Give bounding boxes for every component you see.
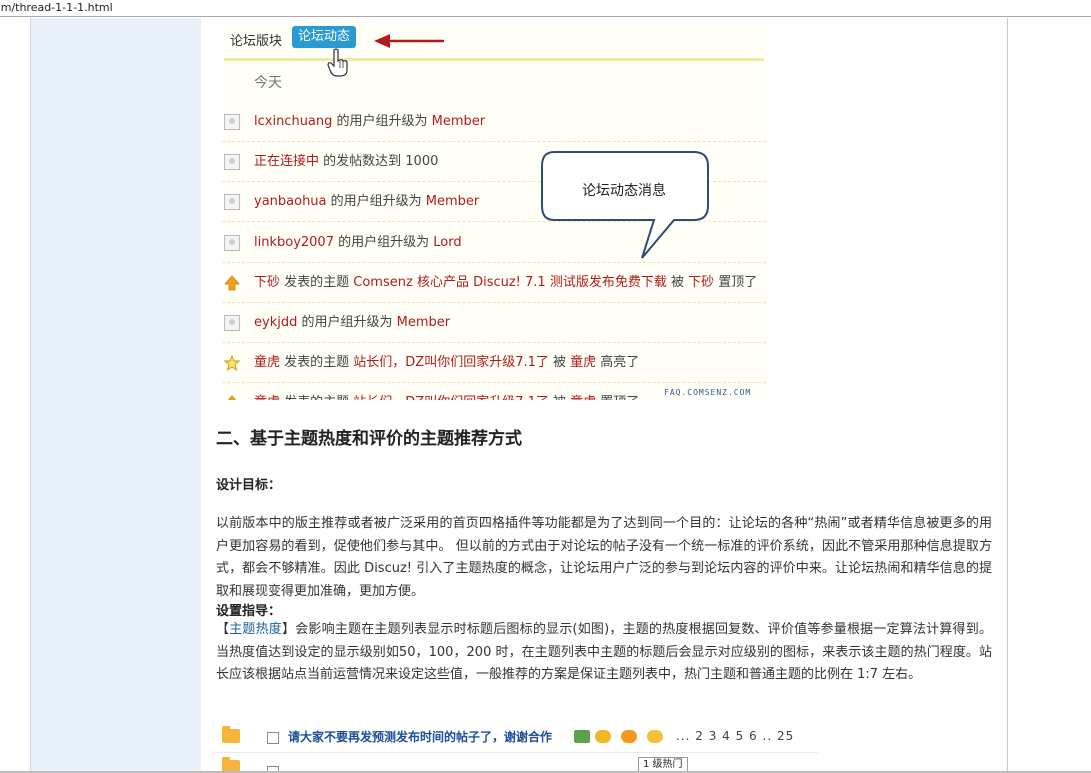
hot-icon [621,730,637,743]
feed-link[interactable]: Member [432,114,485,129]
thread-list-screenshot: 请大家不要再发预测发布时间的帖子了，谢谢合作 ... 2 3 4 5 6 .. … [214,724,818,771]
feed-link[interactable]: 正在连接中 [254,154,319,169]
bracket-close: 】 [282,622,296,637]
tab-underline [224,58,764,61]
user-avatar-icon [224,114,240,130]
feed-text: 高亮了 [596,355,640,370]
feed-link[interactable]: 下砂 [688,275,714,290]
url-text: om/thread-1-1-1.html [0,1,113,14]
forum-activity-screenshot: 论坛版块 论坛动态 今天 lcxinchuang 的用户组升级为 Member 正… [222,22,766,400]
feed-link[interactable]: eykjdd [254,315,297,330]
heat-level-tooltip: 1 级热门 [638,757,688,771]
user-avatar-icon [224,315,240,331]
feed-text: 被 [666,275,689,290]
activity-feed-text: 下砂 发表的主题 Comsenz 核心产品 Discuz! 7.1 测试版发布免… [254,263,757,303]
folder-icon [222,757,240,771]
user-avatar-icon [224,235,240,251]
feed-text: 的发帖数达到 1000 [319,154,439,169]
setup-guide-text: 会影响主题在主题列表显示时标题后图标的显示(如图)，主题的热度根据回复数、评价值… [216,622,992,682]
callout-bubble: 论坛动态消息 [540,150,712,264]
feed-text: 置顶了 [714,275,758,290]
feed-link[interactable]: 童虎 [570,395,596,400]
feed-link[interactable]: Lord [433,235,461,250]
feed-link[interactable]: yanbaohua [254,194,327,209]
activity-feed-text: eykjdd 的用户组升级为 Member [254,303,450,343]
tab-forum-activity[interactable]: 论坛动态 [292,26,357,48]
user-avatar-icon [224,194,240,210]
activity-feed-item: 童虎 发表的主题 站长们，DZ叫你们回家升级7.1了 被 童虎 高亮了 [222,343,766,383]
callout-bubble-shape [541,151,709,259]
feed-link[interactable]: 童虎 [254,355,280,370]
feed-text: 被 [549,395,570,400]
activity-feed-text: 正在连接中 的发帖数达到 1000 [254,142,438,182]
feed-text: 的用户组升级为 [332,114,432,129]
hand-cursor-icon [327,48,348,77]
topic-heat-link[interactable]: 主题热度 [229,622,282,637]
setup-guide-paragraph: 【主题热度】会影响主题在主题列表显示时标题后图标的显示(如图)，主题的热度根据回… [216,619,992,687]
feed-text: 发表的主题 [280,275,354,290]
left-sidebar-column [30,18,201,773]
rating-icon [647,730,663,743]
address-bar[interactable]: om/thread-1-1-1.html [0,0,1091,17]
design-goal-paragraph: 以前版本中的版主推荐或者被广泛采用的首页四格插件等功能都是为了达到同一个目的：让… [216,516,992,599]
feed-text: 的用户组升级为 [297,315,397,330]
activity-feed-item: 下砂 发表的主题 Comsenz 核心产品 Discuz! 7.1 测试版发布免… [222,263,766,303]
feed-text: 被 [548,355,571,370]
section-today-label: 今天 [254,75,282,91]
reward-icon [595,730,611,743]
watermark: FAQ.COMSENZ.COM [664,388,752,397]
feed-text: 的用户组升级为 [333,235,434,250]
highlight-star-icon [224,355,240,371]
feed-text: 发表的主题 [280,395,353,400]
activity-feed-text: lcxinchuang 的用户组升级为 Member [254,102,485,142]
thread-title-link[interactable]: 请大家不要再发预测发布时间的帖子了，谢谢合作 [288,728,552,745]
image-attachment-icon [574,730,590,743]
feed-link[interactable]: linkboy2007 [254,235,334,250]
feed-link[interactable]: Member [397,315,450,330]
feed-link[interactable]: 站长们，DZ叫你们回家升级7.1了 [353,355,549,370]
thread-checkbox[interactable] [267,732,279,744]
design-goal-label: 设计目标： [216,478,282,493]
right-column-divider [1007,18,1008,773]
activity-feed-text: 童虎 发表的主题 站长们，DZ叫你们回家升级7.1了 被 童虎 高亮了 [254,343,639,383]
activity-feed-text: yanbaohua 的用户组升级为 Member [254,182,479,222]
feed-link[interactable]: 站长们，DZ叫你们回家升级7.1了 [353,395,549,400]
feed-text: 置顶了 [596,395,639,400]
feed-link[interactable]: 童虎 [254,395,280,400]
pin-top-icon [224,275,240,291]
tab-forum-boards[interactable]: 论坛版块 [230,30,282,49]
feed-link[interactable]: Member [426,194,479,209]
feed-link[interactable]: 下砂 [254,275,280,290]
folder-icon [222,726,240,743]
user-avatar-icon [224,154,240,170]
activity-feed-item: lcxinchuang 的用户组升级为 Member [222,102,766,142]
activity-feed-text: linkboy2007 的用户组升级为 Lord [254,223,462,263]
bracket-open: 【 [216,622,230,637]
feed-text: 的用户组升级为 [326,194,426,209]
pin-top-icon [227,395,237,400]
feed-link[interactable]: lcxinchuang [254,114,332,129]
forum-tabs: 论坛版块 论坛动态 [222,22,766,61]
callout-text: 论坛动态消息 [582,183,666,199]
thread-row: 请大家不要再发预测发布时间的帖子了，谢谢合作 ... 2 3 4 5 6 .. … [214,724,818,753]
page-links[interactable]: ... 2 3 4 5 6 .. 25 [676,729,794,743]
section-heading: 二、基于主题热度和评价的主题推荐方式 [216,429,522,449]
activity-feed-text: 童虎 发表的主题 站长们，DZ叫你们回家升级7.1了 被 童虎 置顶了 [254,383,639,400]
left-arrow-icon [374,34,444,48]
setup-guide-label: 设置指导： [216,604,282,619]
feed-link[interactable]: 童虎 [570,355,596,370]
activity-feed-item: eykjdd 的用户组升级为 Member [222,303,766,343]
feed-text: 发表的主题 [280,355,354,370]
feed-link[interactable]: Comsenz 核心产品 Discuz! 7.1 测试版发布免费下载 [353,275,667,290]
